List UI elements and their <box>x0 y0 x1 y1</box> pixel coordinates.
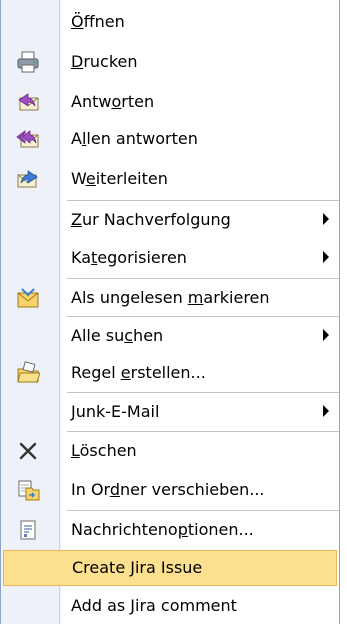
menu-item-label: Create Jira Issue <box>72 558 203 577</box>
menu-item-label: Add as Jira comment <box>71 596 237 615</box>
move-to-folder-icon <box>18 480 40 501</box>
menu-item-open[interactable]: Öffnen <box>1 4 339 40</box>
submenu-arrow-icon <box>323 251 329 263</box>
message-options-icon <box>20 520 36 540</box>
context-menu: Öffnen Drucken Antworten Allen antworten <box>0 0 340 624</box>
menu-item-add-jira-comment[interactable]: Add as Jira comment <box>1 588 339 624</box>
menu-item-label: Weiterleiten <box>71 169 168 188</box>
submenu-arrow-icon <box>323 329 329 341</box>
menu-item-reply[interactable]: Antworten <box>1 84 339 120</box>
menu-item-forward[interactable]: Weiterleiten <box>1 161 339 197</box>
submenu-arrow-icon <box>323 213 329 225</box>
menu-item-follow-up[interactable]: Zur Nachverfolgung <box>1 202 339 238</box>
menu-item-categorize[interactable]: Kategorisieren <box>1 240 339 276</box>
menu-item-label: Antworten <box>71 92 155 111</box>
create-rule-icon <box>17 361 40 383</box>
menu-item-label: Alle suchen <box>71 326 164 345</box>
menu-item-label: Drucken <box>71 52 138 71</box>
menu-item-label: Löschen <box>71 441 137 460</box>
menu-item-create-rule[interactable]: Regel erstellen... <box>1 355 339 391</box>
mark-unread-icon <box>17 288 39 308</box>
menu-item-label: Öffnen <box>71 12 125 31</box>
menu-item-find-all[interactable]: Alle suchen <box>1 318 339 354</box>
menu-item-reply-all[interactable]: Allen antworten <box>1 121 339 157</box>
menu-item-label: In Ordner verschieben... <box>71 480 265 499</box>
menu-separator <box>67 200 339 201</box>
menu-separator <box>67 510 339 511</box>
menu-item-label: Kategorisieren <box>71 248 187 267</box>
submenu-arrow-icon <box>323 405 329 417</box>
menu-item-move-to-folder[interactable]: In Ordner verschieben... <box>1 472 339 508</box>
menu-item-create-jira-issue[interactable]: Create Jira Issue <box>3 550 337 586</box>
menu-separator <box>67 431 339 432</box>
menu-item-label: Nachrichtenoptionen... <box>71 520 254 539</box>
delete-icon <box>19 442 37 460</box>
reply-icon <box>18 93 39 111</box>
menu-item-label: Zur Nachverfolgung <box>71 210 231 229</box>
menu-item-print[interactable]: Drucken <box>1 44 339 80</box>
menu-item-label: Regel erstellen... <box>71 363 206 382</box>
menu-separator <box>67 316 339 317</box>
menu-item-message-options[interactable]: Nachrichtenoptionen... <box>1 512 339 548</box>
menu-item-junk-email[interactable]: Junk-E-Mail <box>1 394 339 430</box>
menu-item-delete[interactable]: Löschen <box>1 433 339 469</box>
menu-item-mark-unread[interactable]: Als ungelesen markieren <box>1 280 339 316</box>
menu-item-label: Als ungelesen markieren <box>71 288 270 307</box>
printer-icon <box>17 51 39 73</box>
forward-icon <box>17 170 38 188</box>
menu-item-label: Junk-E-Mail <box>71 402 160 421</box>
menu-item-label: Allen antworten <box>71 129 198 148</box>
reply-all-icon <box>16 130 39 148</box>
menu-separator <box>67 392 339 393</box>
menu-separator <box>67 278 339 279</box>
